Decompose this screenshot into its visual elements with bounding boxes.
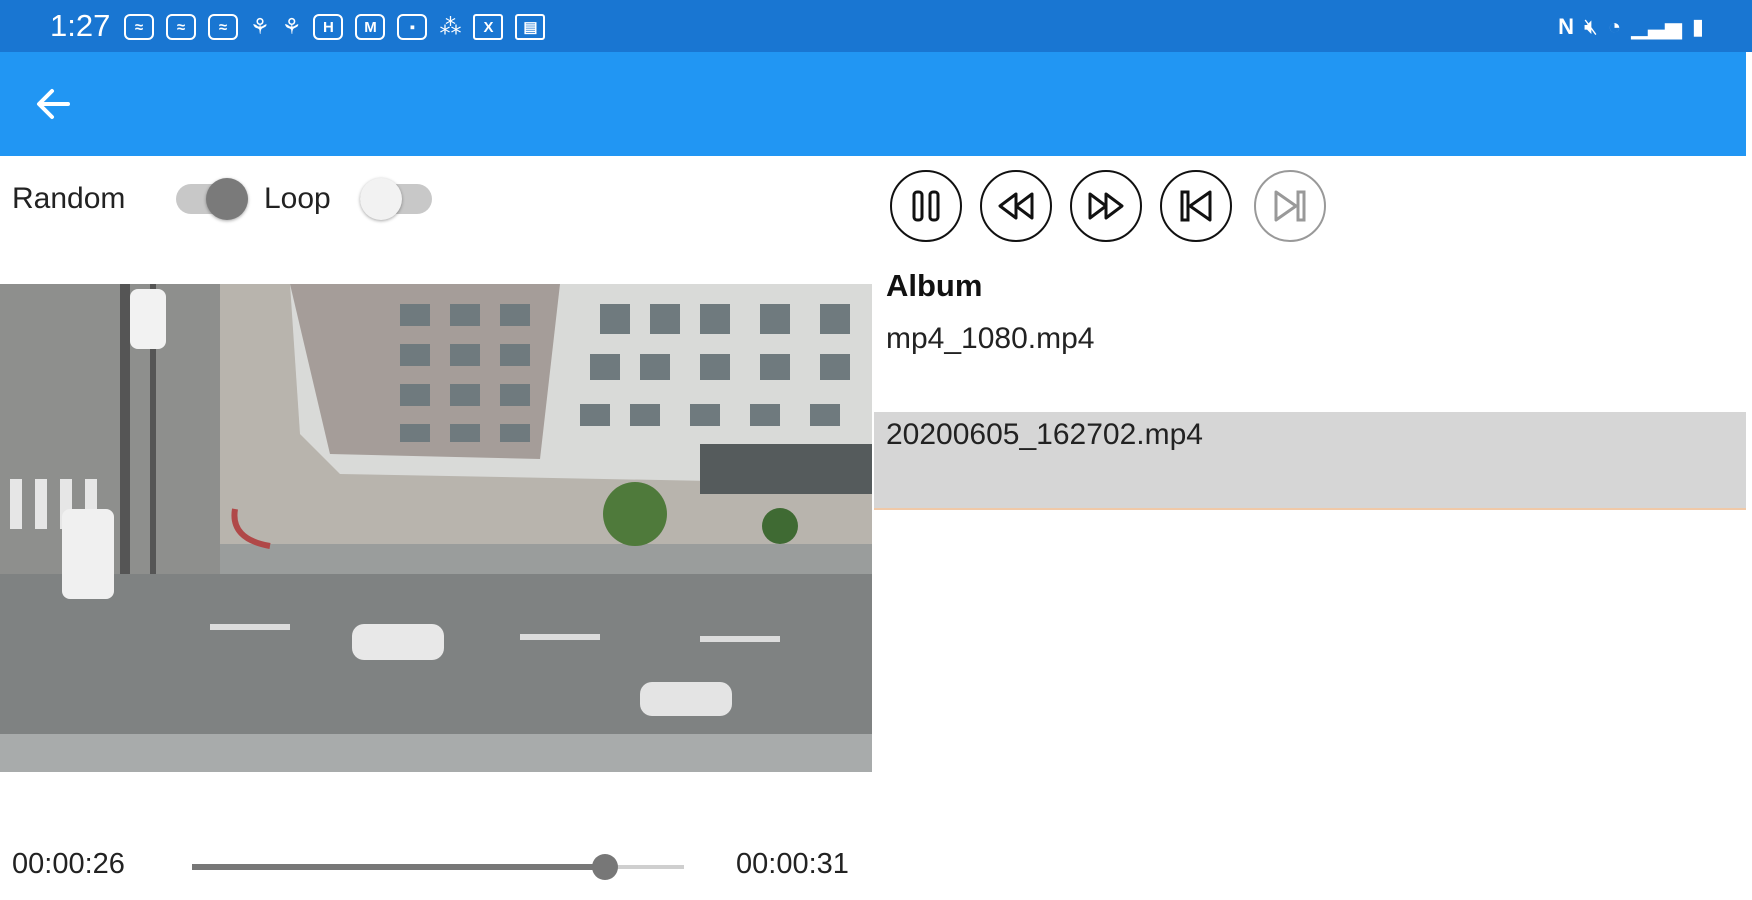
notification-icon: ⚘ xyxy=(281,14,302,39)
notification-icon: ▪ xyxy=(397,14,428,40)
system-icons: N 🔇︎ ◔ ▁▃▅ ▮ xyxy=(1558,12,1704,42)
skip-previous-button[interactable] xyxy=(1160,170,1232,242)
loop-label: Loop xyxy=(264,182,331,215)
notification-icon: ▤ xyxy=(515,14,546,40)
status-time: 1:27 xyxy=(50,8,111,43)
playback-options: Random Loop xyxy=(0,160,880,240)
pause-icon xyxy=(912,190,940,222)
arrow-left-icon xyxy=(37,89,70,119)
seek-thumb[interactable] xyxy=(591,854,618,880)
loop-switch[interactable] xyxy=(360,178,432,220)
notification-icon: ≈ xyxy=(208,14,238,40)
notification-icon: X xyxy=(473,14,504,40)
video-frame xyxy=(0,284,872,772)
seek-bar[interactable] xyxy=(192,852,684,882)
notification-icon: ⁂ xyxy=(439,14,462,39)
rewind-button[interactable] xyxy=(980,170,1052,242)
skip-next-button[interactable] xyxy=(1254,170,1326,242)
playlist-item-0[interactable]: mp4_1080.mp4 xyxy=(874,316,1746,412)
random-switch[interactable] xyxy=(176,178,248,220)
playlist-item-name: 20200605_162702.mp4 xyxy=(886,418,1203,451)
notification-icon: ⚘ xyxy=(250,14,270,39)
notification-icon: ≈ xyxy=(166,14,196,40)
rewind-icon xyxy=(998,192,1034,220)
mute-icon: 🔇︎ xyxy=(1583,14,1598,39)
wifi-icon: ◔ xyxy=(1607,14,1622,39)
random-label: Random xyxy=(12,182,126,215)
random-switch-knob xyxy=(206,178,248,220)
fast-forward-icon xyxy=(1088,192,1124,220)
notification-icon: M xyxy=(355,14,386,40)
status-bar: 1:27 ≈ ≈ ≈ ⚘ ⚘ H M ▪ ⁂ X ▤ N 🔇︎ ◔ ▁▃▅ ▮ xyxy=(0,0,1752,52)
back-button[interactable] xyxy=(30,82,90,126)
battery-icon: ▮ xyxy=(1691,14,1704,39)
fast-forward-button[interactable] xyxy=(1070,170,1142,242)
app-bar xyxy=(0,52,1746,156)
playlist-item-1[interactable]: 20200605_162702.mp4 xyxy=(874,412,1746,510)
total-time: 00:00:31 xyxy=(736,848,849,880)
signal-icon: ▁▃▅ xyxy=(1631,14,1682,39)
nfc-icon: N xyxy=(1558,14,1574,39)
notification-icon: ≈ xyxy=(124,14,154,40)
notification-icon: H xyxy=(313,14,344,40)
video-player[interactable] xyxy=(0,284,872,772)
pause-button[interactable] xyxy=(890,170,962,242)
skip-next-icon xyxy=(1274,190,1306,222)
album-title: Album xyxy=(886,268,983,303)
skip-previous-icon xyxy=(1180,190,1212,222)
loop-switch-knob xyxy=(360,178,402,220)
playlist-item-name: mp4_1080.mp4 xyxy=(886,322,1095,355)
notification-icons: ≈ ≈ ≈ ⚘ ⚘ H M ▪ ⁂ X ▤ xyxy=(124,12,546,42)
current-time: 00:00:26 xyxy=(12,848,125,880)
seek-progress xyxy=(192,864,605,870)
